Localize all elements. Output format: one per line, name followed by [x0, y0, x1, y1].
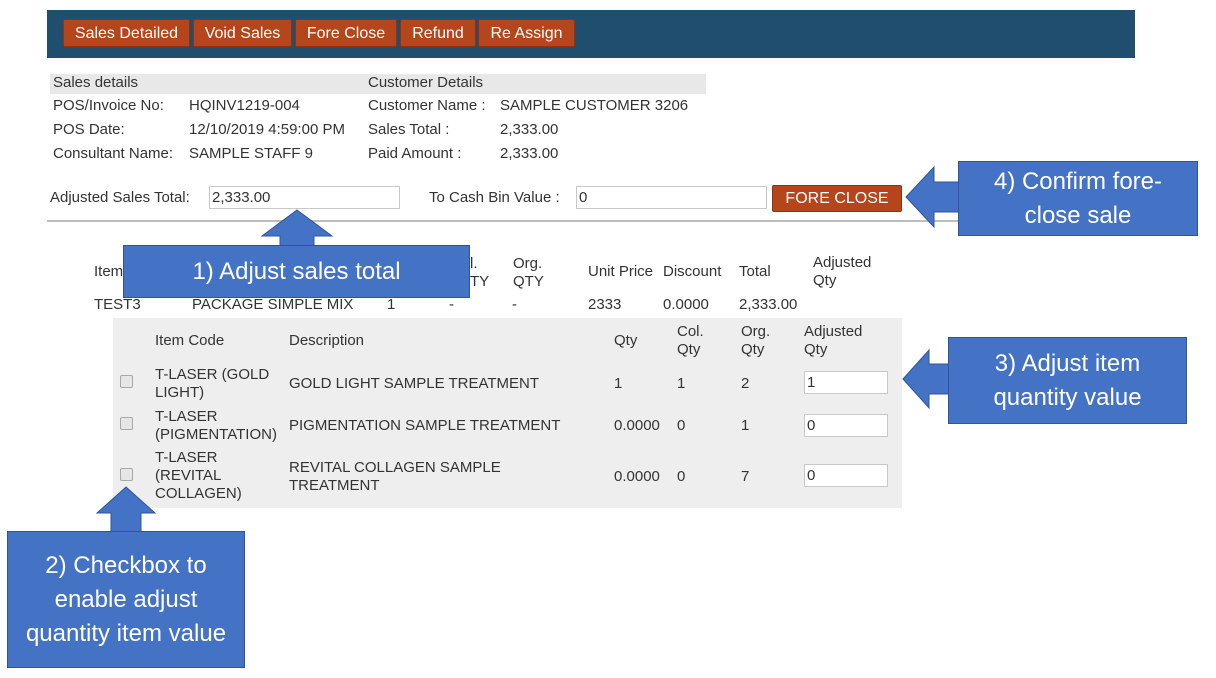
sub-description: PIGMENTATION SAMPLE TREATMENT — [289, 417, 561, 434]
callout-2: 2) Checkbox to enable adjust quantity it… — [7, 531, 245, 668]
header-adjusted-qty: Adjusted Qty — [813, 254, 872, 289]
customer-details-heading: Customer Details — [368, 74, 484, 91]
customer-name-value: SAMPLE CUSTOMER 3206 — [500, 97, 689, 114]
row-checkbox[interactable] — [120, 375, 133, 388]
row-col-qty: - — [449, 296, 454, 313]
callout-1: 1) Adjust sales total — [123, 245, 470, 298]
row-checkbox[interactable] — [120, 417, 133, 430]
pos-invoice-value: HQINV1219-004 — [189, 97, 300, 114]
consultant-value: SAMPLE STAFF 9 — [189, 145, 313, 162]
header-col-qty-bottom: TY — [470, 273, 490, 290]
row-checkbox[interactable] — [120, 468, 133, 481]
sub-header-col-qty: Col. Qty — [677, 323, 704, 358]
sub-qty: 0.0000 — [614, 468, 660, 485]
sub-qty: 0.0000 — [614, 417, 660, 434]
tab-re-assign[interactable]: Re Assign — [478, 19, 575, 47]
callout-2-arrow — [95, 486, 157, 533]
tab-sales-detailed[interactable]: Sales Detailed — [63, 19, 190, 47]
row-item: TEST3 — [94, 296, 141, 313]
callout-3-arrow — [902, 348, 950, 410]
sub-org-qty: 2 — [741, 375, 750, 392]
paid-amount-value: 2,333.00 — [500, 145, 559, 162]
header-org-qty: Org. QTY — [513, 255, 544, 290]
sales-details-heading: Sales details — [53, 74, 139, 91]
callout-1-arrow — [260, 209, 334, 247]
sub-qty: 1 — [614, 375, 623, 392]
sub-header-adjusted-qty: Adjusted Qty — [804, 323, 863, 358]
sub-header-description: Description — [289, 332, 365, 349]
header-col-qty-top: l. — [470, 255, 478, 272]
customer-name-label: Customer Name : — [368, 97, 486, 114]
sub-item-code: T-LASER (PIGMENTATION) — [155, 408, 277, 443]
sub-header-qty: Qty — [614, 332, 638, 349]
callout-3: 3) Adjust item quantity value — [948, 337, 1187, 424]
pos-invoice-label: POS/Invoice No: — [53, 97, 164, 114]
paid-amount-label: Paid Amount : — [368, 145, 462, 162]
adjusted-qty-input[interactable] — [804, 414, 888, 437]
adjusted-sales-total-input[interactable] — [209, 186, 400, 209]
header-discount: Discount — [663, 263, 722, 280]
pos-date-value: 12/10/2019 4:59:00 PM — [189, 121, 345, 138]
row-description: PACKAGE SIMPLE MIX — [192, 296, 354, 313]
sub-item-code: T-LASER (GOLD LIGHT) — [155, 366, 270, 401]
callout-4: 4) Confirm fore-close sale — [958, 161, 1198, 236]
sub-description: GOLD LIGHT SAMPLE TREATMENT — [289, 375, 540, 392]
tab-void-sales[interactable]: Void Sales — [193, 19, 292, 47]
header-unit-price: Unit Price — [588, 263, 654, 280]
sub-description: REVITAL COLLAGEN SAMPLE TREATMENT — [289, 459, 501, 494]
row-unit-price: 2333 — [588, 296, 622, 313]
sub-header-item-code: Item Code — [155, 332, 225, 349]
row-qty: 1 — [387, 296, 396, 313]
sub-col-qty: 0 — [677, 417, 686, 434]
sub-org-qty: 1 — [741, 417, 750, 434]
sales-total-label: Sales Total : — [368, 121, 450, 138]
sub-org-qty: 7 — [741, 468, 750, 485]
tab-refund[interactable]: Refund — [400, 19, 476, 47]
cash-bin-label: To Cash Bin Value : — [429, 189, 560, 206]
top-toolbar: Sales Detailed Void Sales Fore Close Ref… — [47, 10, 1135, 58]
sub-col-qty: 0 — [677, 468, 686, 485]
row-org-qty: - — [512, 296, 517, 313]
row-discount: 0.0000 — [663, 296, 709, 313]
fore-close-button[interactable]: FORE CLOSE — [772, 185, 902, 212]
callout-4-arrow — [905, 165, 961, 229]
cash-bin-input[interactable] — [576, 186, 767, 209]
sub-header-org-qty: Org. Qty — [741, 323, 771, 358]
adjusted-qty-input[interactable] — [804, 371, 888, 394]
consultant-label: Consultant Name: — [53, 145, 174, 162]
adjusted-sales-total-label: Adjusted Sales Total: — [50, 189, 190, 206]
pos-date-label: POS Date: — [53, 121, 125, 138]
header-item: Item — [94, 263, 124, 280]
adjusted-qty-input[interactable] — [804, 464, 888, 487]
sub-item-code: T-LASER (REVITAL COLLAGEN) — [155, 449, 242, 502]
sub-col-qty: 1 — [677, 375, 686, 392]
tab-fore-close[interactable]: Fore Close — [295, 19, 397, 47]
header-total: Total — [739, 263, 771, 280]
sales-total-value: 2,333.00 — [500, 121, 559, 138]
row-total: 2,333.00 — [739, 296, 798, 313]
